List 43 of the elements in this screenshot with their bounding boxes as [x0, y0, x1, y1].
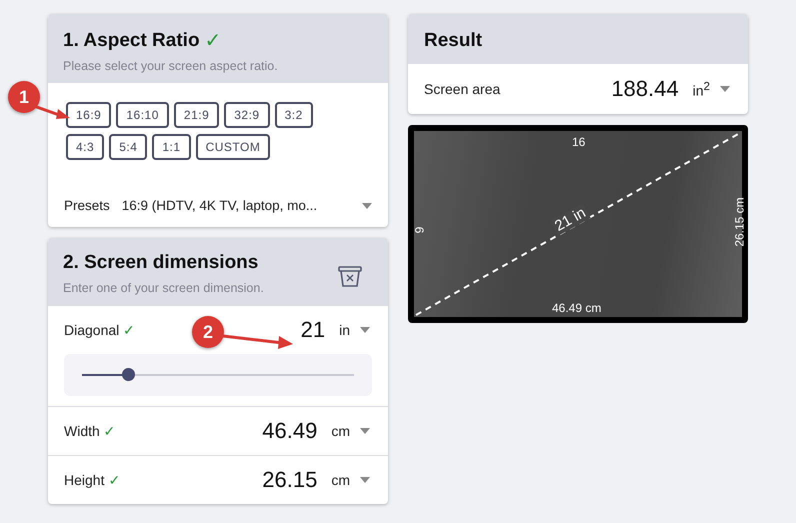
arrow-icon [222, 333, 294, 349]
dimension-label: Width ✓ [64, 423, 116, 439]
width-label: 46.49 cm [552, 301, 602, 315]
presets-dropdown[interactable]: 16:9 (HDTV, 4K TV, laptop, mo... [122, 198, 350, 213]
caret-icon[interactable] [360, 477, 370, 483]
dimension-label: Height ✓ [64, 472, 120, 488]
unit-dropdown[interactable]: in [335, 322, 350, 338]
height-label: 26.15 cm [732, 197, 746, 247]
value-field[interactable]: 46.49 [262, 418, 318, 444]
section-subtitle: Please select your screen aspect ratio. [63, 59, 279, 73]
ratio-button[interactable]: 21:9 [174, 102, 220, 128]
caret-icon[interactable] [362, 202, 372, 208]
callout-badge: 1 [8, 81, 40, 113]
caret-icon[interactable] [360, 428, 370, 434]
ratio-button[interactable]: 16:9 [66, 102, 112, 128]
ratio-button[interactable]: CUSTOM [196, 134, 270, 160]
dimension-label: Diagonal ✓ [64, 322, 136, 338]
section-subtitle: Enter one of your screen dimension. [63, 281, 264, 295]
section-title: Result [424, 30, 484, 52]
aspect-width-label: 16 [572, 135, 586, 149]
value-field[interactable]: 21 [300, 317, 326, 343]
section-title: 1. Aspect Ratio [63, 30, 200, 52]
unit-dropdown[interactable]: cm [327, 472, 350, 488]
trash-icon[interactable] [337, 264, 363, 288]
slider-thumb[interactable] [122, 368, 136, 381]
caret-icon[interactable] [360, 327, 370, 333]
ratio-button[interactable]: 1:1 [152, 134, 191, 160]
presets-label: Presets [64, 198, 110, 213]
aspect-height-label: 9 [412, 226, 426, 234]
ratio-button[interactable]: 16:10 [116, 102, 169, 128]
ratio-button[interactable]: 32:9 [224, 102, 270, 128]
ratio-button[interactable]: 4:3 [66, 134, 104, 160]
check-mark: ✓ [204, 29, 222, 53]
ratio-button[interactable]: 3:2 [274, 102, 313, 128]
ratio-button[interactable]: 5:4 [109, 134, 148, 160]
arrow-icon [34, 104, 70, 120]
value-field[interactable]: 26.15 [262, 467, 318, 493]
unit-dropdown[interactable]: cm [327, 423, 350, 439]
section-title: 2. Screen dimensions [63, 252, 258, 274]
caret-icon[interactable] [720, 86, 730, 92]
unit-dropdown[interactable]: in$^{2}$ [688, 80, 710, 98]
result-label: Screen area [424, 81, 500, 97]
result-value: 188.44 [611, 76, 679, 102]
